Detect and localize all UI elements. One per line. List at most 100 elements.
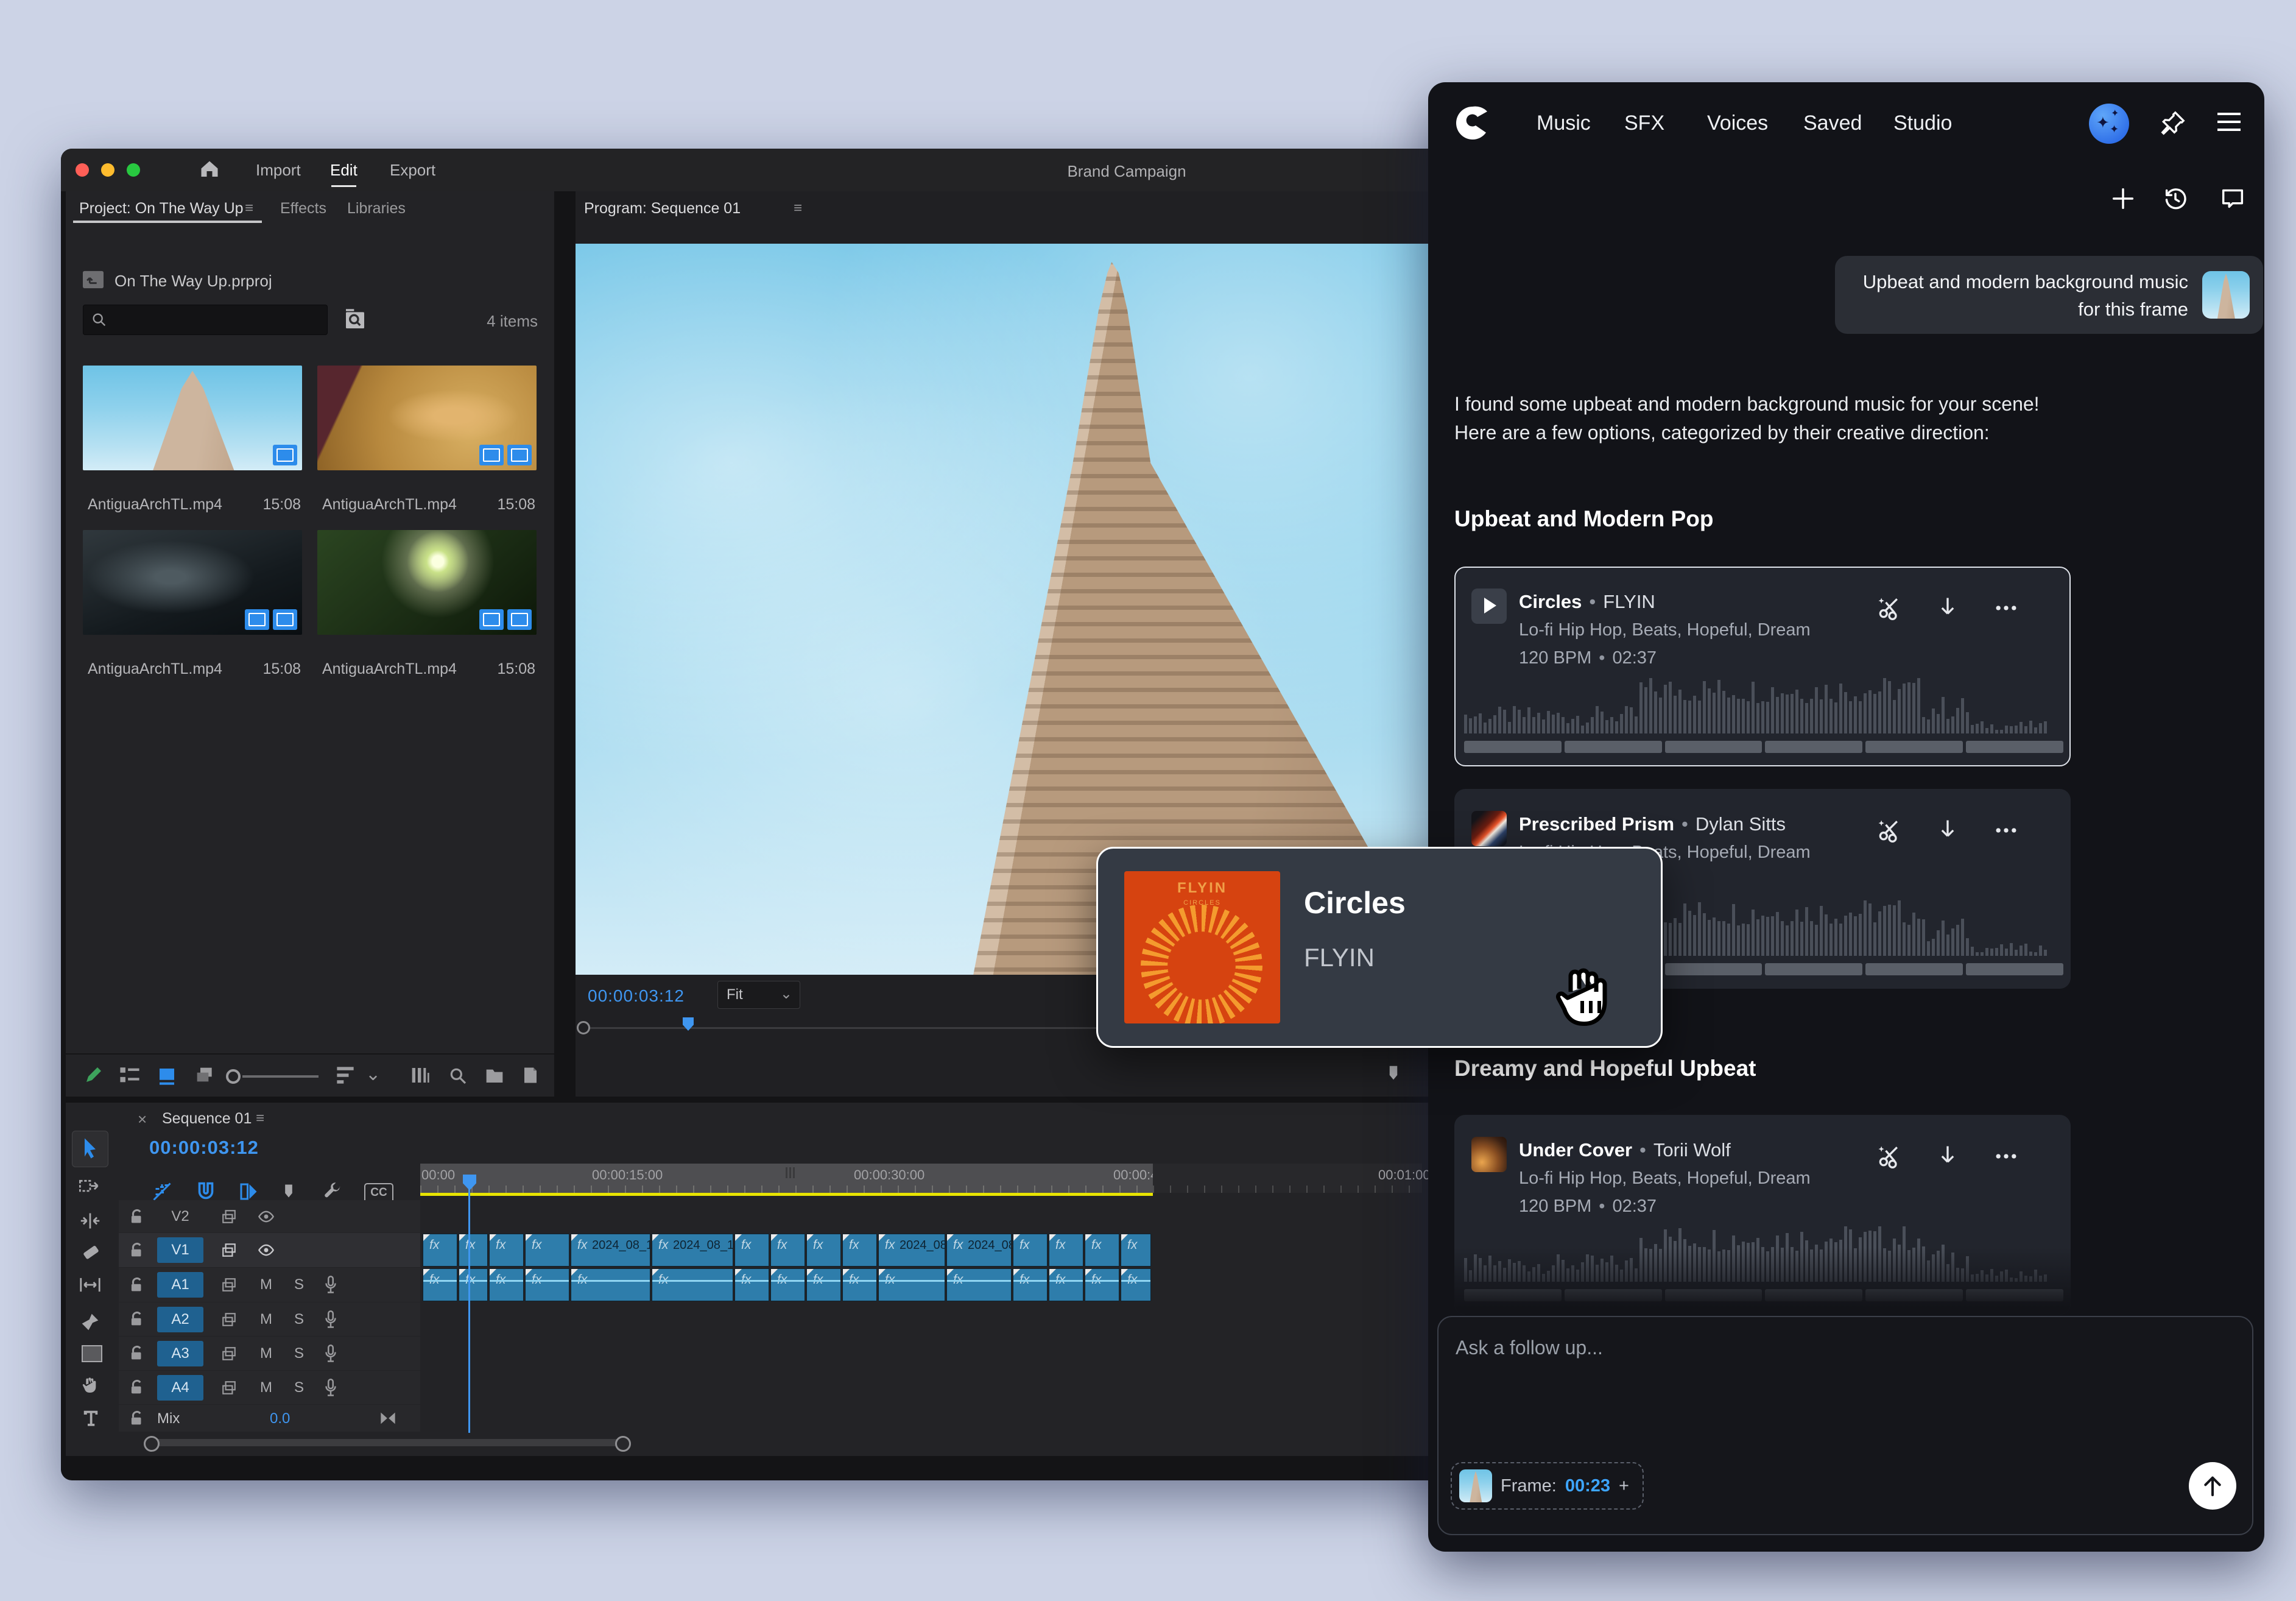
lock-icon[interactable] bbox=[130, 1277, 144, 1293]
source-patch-icon[interactable] bbox=[221, 1209, 237, 1225]
nav-studio[interactable]: Studio bbox=[1893, 111, 1952, 135]
solo-button[interactable]: S bbox=[294, 1379, 304, 1396]
lock-icon[interactable] bbox=[130, 1379, 144, 1395]
search-bin-icon[interactable] bbox=[343, 307, 367, 331]
solo-button[interactable]: S bbox=[294, 1345, 304, 1362]
toggle-track-eye-icon[interactable] bbox=[258, 1243, 275, 1257]
frame-chip-add-icon[interactable]: + bbox=[1619, 1476, 1629, 1496]
source-patch-icon[interactable] bbox=[221, 1346, 237, 1362]
followup-input[interactable]: Ask a follow up... Frame: 00:23 + bbox=[1437, 1316, 2253, 1535]
zoom-level-select[interactable]: Fit ⌄ bbox=[717, 981, 800, 1009]
fx-badge[interactable]: fx bbox=[496, 1273, 505, 1287]
tab-edit[interactable]: Edit bbox=[330, 161, 357, 180]
track-label[interactable]: V1 bbox=[157, 1237, 203, 1263]
video-clip[interactable]: fx bbox=[459, 1234, 488, 1267]
audio-clip[interactable]: fx bbox=[571, 1268, 650, 1301]
download-icon[interactable] bbox=[1934, 817, 1961, 844]
fx-badge[interactable]: fx bbox=[658, 1273, 668, 1287]
fx-badge[interactable]: fx bbox=[777, 1238, 787, 1253]
fx-badge[interactable]: fx bbox=[577, 1238, 587, 1253]
fx-badge[interactable]: fx bbox=[777, 1273, 787, 1287]
razor-tool[interactable] bbox=[80, 1243, 100, 1262]
audio-clip[interactable]: fx bbox=[423, 1268, 457, 1301]
audio-clip[interactable]: fx bbox=[946, 1268, 1012, 1301]
solo-button[interactable]: S bbox=[294, 1276, 304, 1293]
freeform-view-icon[interactable] bbox=[195, 1066, 216, 1086]
ripple-edit-tool[interactable] bbox=[79, 1211, 101, 1231]
clip-name[interactable]: AntiguaArchTL.mp4 bbox=[88, 660, 222, 678]
video-clip[interactable]: fx bbox=[1085, 1234, 1119, 1267]
download-icon[interactable] bbox=[1934, 595, 1961, 621]
fx-badge[interactable]: fx bbox=[813, 1238, 823, 1253]
program-timecode[interactable]: 00:00:03:12 bbox=[588, 986, 685, 1006]
track-select-forward-tool[interactable] bbox=[79, 1177, 101, 1196]
fx-badge[interactable]: fx bbox=[532, 1273, 541, 1287]
feedback-chat-icon[interactable] bbox=[2219, 185, 2247, 213]
add-marker-icon[interactable] bbox=[1384, 1064, 1403, 1082]
fx-badge[interactable]: fx bbox=[1055, 1238, 1065, 1253]
mute-button[interactable]: M bbox=[260, 1311, 272, 1328]
ai-assistant-button[interactable]: ✦ ✦ ✦ bbox=[2089, 104, 2129, 144]
scroll-handle-right[interactable] bbox=[615, 1436, 631, 1452]
lock-icon[interactable] bbox=[130, 1242, 144, 1258]
mic-icon[interactable] bbox=[323, 1379, 338, 1397]
fx-badge[interactable]: fx bbox=[465, 1238, 475, 1253]
video-clip[interactable]: fx bbox=[806, 1234, 841, 1267]
track-label[interactable]: A1 bbox=[157, 1272, 203, 1298]
more-options-icon[interactable] bbox=[1993, 595, 2020, 621]
frame-attachment-chip[interactable]: Frame: 00:23 + bbox=[1451, 1462, 1644, 1510]
fx-badge[interactable]: fx bbox=[953, 1238, 963, 1253]
menu-icon[interactable] bbox=[2217, 113, 2241, 131]
maximize-window-button[interactable] bbox=[127, 163, 140, 177]
play-button[interactable] bbox=[1471, 588, 1507, 624]
fx-badge[interactable]: fx bbox=[577, 1273, 587, 1287]
track-label[interactable]: A2 bbox=[157, 1307, 203, 1332]
close-window-button[interactable] bbox=[76, 163, 89, 177]
video-clip[interactable]: fx bbox=[423, 1234, 457, 1267]
mic-icon[interactable] bbox=[323, 1310, 338, 1329]
scrubber-zoom-handle[interactable] bbox=[577, 1021, 590, 1034]
search-input[interactable] bbox=[83, 305, 328, 335]
send-button[interactable] bbox=[2189, 1462, 2236, 1510]
more-options-icon[interactable] bbox=[1993, 817, 2020, 844]
fx-badge[interactable]: fx bbox=[1091, 1273, 1101, 1287]
ai-trim-scissors-icon[interactable] bbox=[1876, 817, 1903, 844]
fx-badge[interactable]: fx bbox=[1127, 1273, 1137, 1287]
waveform[interactable] bbox=[1464, 1225, 2063, 1282]
fx-badge[interactable]: fx bbox=[658, 1238, 668, 1253]
fx-badge[interactable]: fx bbox=[429, 1273, 439, 1287]
album-art[interactable] bbox=[1471, 811, 1507, 846]
waveform[interactable] bbox=[1464, 676, 2063, 733]
pin-icon[interactable] bbox=[2159, 109, 2187, 137]
new-chat-plus-icon[interactable] bbox=[2109, 185, 2137, 213]
timeline-ruler[interactable]: 00:00 00:00:15:00 00:00:30:00 00:00:45:0… bbox=[420, 1164, 1153, 1193]
more-options-icon[interactable] bbox=[1993, 1143, 2020, 1170]
audio-clip[interactable]: fx bbox=[770, 1268, 805, 1301]
album-art[interactable] bbox=[1471, 1137, 1507, 1172]
ai-trim-scissors-icon[interactable] bbox=[1876, 595, 1903, 621]
segment-bar[interactable] bbox=[1464, 1289, 2063, 1301]
audio-clip[interactable]: fx bbox=[525, 1268, 569, 1301]
audio-clip[interactable]: fx bbox=[459, 1268, 488, 1301]
lock-icon[interactable] bbox=[130, 1209, 144, 1225]
mic-icon[interactable] bbox=[323, 1276, 338, 1294]
zoom-slider[interactable] bbox=[225, 1069, 323, 1084]
fx-badge[interactable]: fx bbox=[465, 1273, 475, 1287]
find-icon[interactable] bbox=[448, 1066, 468, 1086]
ai-trim-scissors-icon[interactable] bbox=[1876, 1143, 1903, 1170]
clip-thumbnail-flatiron[interactable] bbox=[83, 366, 302, 470]
clip-name[interactable]: AntiguaArchTL.mp4 bbox=[322, 660, 457, 678]
timeline-timecode[interactable]: 00:00:03:12 bbox=[149, 1137, 259, 1159]
nav-voices[interactable]: Voices bbox=[1707, 111, 1768, 135]
fx-badge[interactable]: fx bbox=[429, 1238, 439, 1253]
fx-badge[interactable]: fx bbox=[885, 1238, 895, 1253]
nav-sfx[interactable]: SFX bbox=[1624, 111, 1664, 135]
tab-sequence[interactable]: Sequence 01 bbox=[162, 1110, 252, 1128]
automate-icon[interactable] bbox=[410, 1066, 430, 1084]
audio-clip[interactable]: fx bbox=[1013, 1268, 1048, 1301]
fx-badge[interactable]: fx bbox=[953, 1273, 963, 1287]
fx-badge[interactable]: fx bbox=[849, 1238, 859, 1253]
source-patch-icon[interactable] bbox=[221, 1242, 237, 1258]
tab-export[interactable]: Export bbox=[390, 161, 435, 180]
panel-menu-icon[interactable]: ≡ bbox=[245, 200, 253, 217]
